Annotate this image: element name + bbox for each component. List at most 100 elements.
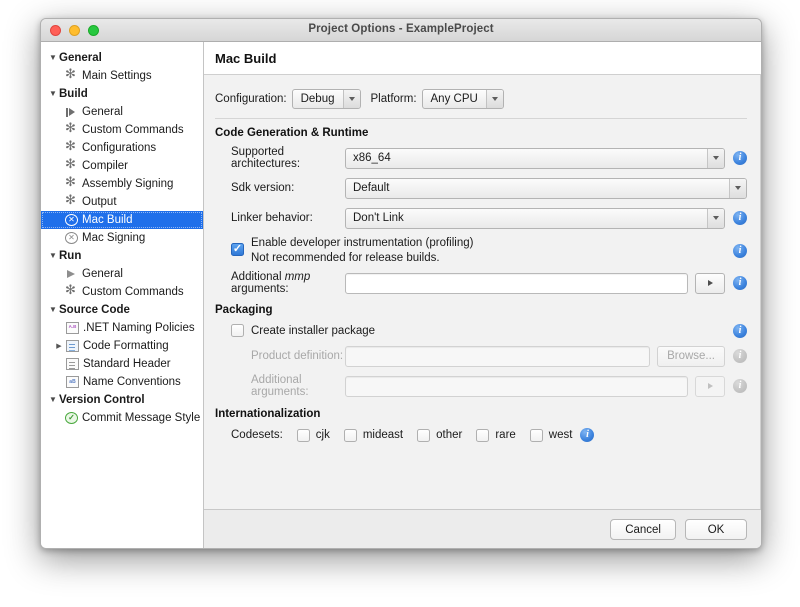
- sidebar-item-compiler[interactable]: Compiler: [41, 157, 203, 175]
- linker-behavior-select[interactable]: Don't Link: [345, 208, 725, 229]
- chevron-down-icon: [707, 149, 724, 168]
- section-title-internationalization: Internationalization: [215, 408, 747, 420]
- sidebar-group-version-control[interactable]: ▼ Version Control: [41, 391, 203, 409]
- info-icon[interactable]: [733, 276, 747, 290]
- sidebar-item-output[interactable]: Output: [41, 193, 203, 211]
- info-icon[interactable]: [733, 151, 747, 165]
- configuration-value: Debug: [293, 90, 343, 108]
- codeset-other-checkbox[interactable]: [417, 429, 430, 442]
- sidebar-item-code-formatting[interactable]: ▶ Code Formatting: [41, 337, 203, 355]
- platform-select[interactable]: Any CPU: [422, 89, 504, 109]
- developer-instrumentation-line1: Enable developer instrumentation (profil…: [251, 237, 473, 249]
- disclosure-open-icon[interactable]: ▼: [47, 306, 59, 314]
- mmp-arguments-input[interactable]: [345, 273, 688, 294]
- disclosure-open-icon[interactable]: ▼: [47, 252, 59, 260]
- supported-architectures-row: Supported architectures: x86_64: [215, 147, 747, 169]
- circle-x-icon: [65, 232, 78, 244]
- section-title-packaging: Packaging: [215, 304, 747, 316]
- codeset-west[interactable]: west: [530, 429, 573, 442]
- mmp-arguments-expand-button[interactable]: [695, 273, 725, 294]
- info-icon[interactable]: [580, 428, 594, 442]
- info-icon[interactable]: [733, 349, 747, 363]
- section-divider: [215, 118, 747, 119]
- info-icon[interactable]: [733, 211, 747, 225]
- sidebar-item-configurations[interactable]: Configurations: [41, 139, 203, 157]
- circle-x-icon: [65, 214, 78, 226]
- sidebar-label: Code Formatting: [83, 340, 169, 352]
- ok-button[interactable]: OK: [685, 519, 747, 540]
- configuration-label: Configuration:: [215, 93, 287, 105]
- sdk-version-select[interactable]: Default: [345, 178, 747, 199]
- gear-icon: [65, 286, 78, 299]
- sidebar-group-general[interactable]: ▼ General: [41, 49, 203, 67]
- sidebar-item-build-custom-commands[interactable]: Custom Commands: [41, 121, 203, 139]
- gear-icon: [65, 70, 78, 83]
- sidebar-item-standard-header[interactable]: Standard Header: [41, 355, 203, 373]
- sidebar-item-main-settings[interactable]: Main Settings: [41, 67, 203, 85]
- create-installer-checkbox[interactable]: [231, 324, 244, 337]
- additional-arguments-row: Additional arguments:: [215, 375, 747, 397]
- sidebar-group-run[interactable]: ▼ Run: [41, 247, 203, 265]
- configuration-select[interactable]: Debug: [292, 89, 361, 109]
- sidebar-item-name-conventions[interactable]: Name Conventions: [41, 373, 203, 391]
- mmp-arguments-label: Additional mmp arguments:: [215, 271, 345, 295]
- additional-arguments-expand-button[interactable]: [695, 376, 725, 397]
- disclosure-open-icon[interactable]: ▼: [47, 54, 59, 62]
- sidebar-item-run-general[interactable]: General: [41, 265, 203, 283]
- chevron-down-icon: [729, 179, 746, 198]
- chevron-down-icon: [343, 90, 360, 108]
- sidebar-label: Commit Message Style: [82, 412, 200, 424]
- product-definition-input[interactable]: [345, 346, 650, 367]
- cancel-button[interactable]: Cancel: [610, 519, 676, 540]
- sidebar-item-mac-signing[interactable]: Mac Signing: [41, 229, 203, 247]
- sidebar-item-run-custom-commands[interactable]: Custom Commands: [41, 283, 203, 301]
- codeset-rare[interactable]: rare: [476, 429, 515, 442]
- build-general-icon: [65, 106, 78, 119]
- sidebar-item-commit-message-style[interactable]: Commit Message Style: [41, 409, 203, 427]
- sidebar-label: Output: [82, 196, 117, 208]
- project-options-window: Project Options - ExampleProject ▼ Gener…: [40, 18, 762, 549]
- pane-header: Mac Build: [204, 42, 761, 75]
- sidebar-item-assembly-signing[interactable]: Assembly Signing: [41, 175, 203, 193]
- additional-arguments-input[interactable]: [345, 376, 688, 397]
- info-icon[interactable]: [733, 379, 747, 393]
- browse-button[interactable]: Browse...: [657, 346, 725, 367]
- sidebar-item-net-naming-policies[interactable]: .NET Naming Policies: [41, 319, 203, 337]
- product-definition-label: Product definition:: [215, 350, 345, 362]
- sidebar-item-mac-build[interactable]: Mac Build: [41, 211, 203, 229]
- pane-scroll-area[interactable]: Configuration: Debug Platform: Any CPU: [204, 75, 761, 509]
- codeset-mideast-checkbox[interactable]: [344, 429, 357, 442]
- developer-instrumentation-checkbox[interactable]: [231, 243, 244, 256]
- green-check-icon: [65, 412, 78, 424]
- platform-value: Any CPU: [423, 90, 486, 108]
- developer-instrumentation-row: Enable developer instrumentation (profil…: [215, 237, 747, 265]
- codeset-other[interactable]: other: [417, 429, 462, 442]
- codeset-cjk[interactable]: cjk: [297, 429, 330, 442]
- product-definition-row: Product definition: Browse...: [215, 345, 747, 367]
- sidebar-label: Name Conventions: [83, 376, 181, 388]
- settings-tree-sidebar[interactable]: ▼ General Main Settings ▼ Build General …: [41, 42, 204, 549]
- sidebar-label: General: [82, 106, 123, 118]
- sdk-version-label: Sdk version:: [215, 182, 345, 194]
- disclosure-open-icon[interactable]: ▼: [47, 90, 59, 98]
- gear-icon: [65, 142, 78, 155]
- sidebar-item-build-general[interactable]: General: [41, 103, 203, 121]
- create-installer-label: Create installer package: [251, 325, 375, 337]
- sidebar-group-build[interactable]: ▼ Build: [41, 85, 203, 103]
- gear-icon: [65, 124, 78, 137]
- disclosure-open-icon[interactable]: ▼: [47, 396, 59, 404]
- sidebar-label: Mac Signing: [82, 232, 145, 244]
- chevron-down-icon: [707, 209, 724, 228]
- codeset-west-checkbox[interactable]: [530, 429, 543, 442]
- info-icon[interactable]: [733, 244, 747, 258]
- codeset-mideast[interactable]: mideast: [344, 429, 403, 442]
- sidebar-label: Standard Header: [83, 358, 171, 370]
- supported-architectures-select[interactable]: x86_64: [345, 148, 725, 169]
- codesets-label: Codesets:: [231, 429, 283, 441]
- codeset-rare-checkbox[interactable]: [476, 429, 489, 442]
- codeset-cjk-checkbox[interactable]: [297, 429, 310, 442]
- disclosure-closed-icon[interactable]: ▶: [53, 343, 65, 350]
- sidebar-label: .NET Naming Policies: [83, 322, 195, 334]
- info-icon[interactable]: [733, 324, 747, 338]
- sidebar-group-source-code[interactable]: ▼ Source Code: [41, 301, 203, 319]
